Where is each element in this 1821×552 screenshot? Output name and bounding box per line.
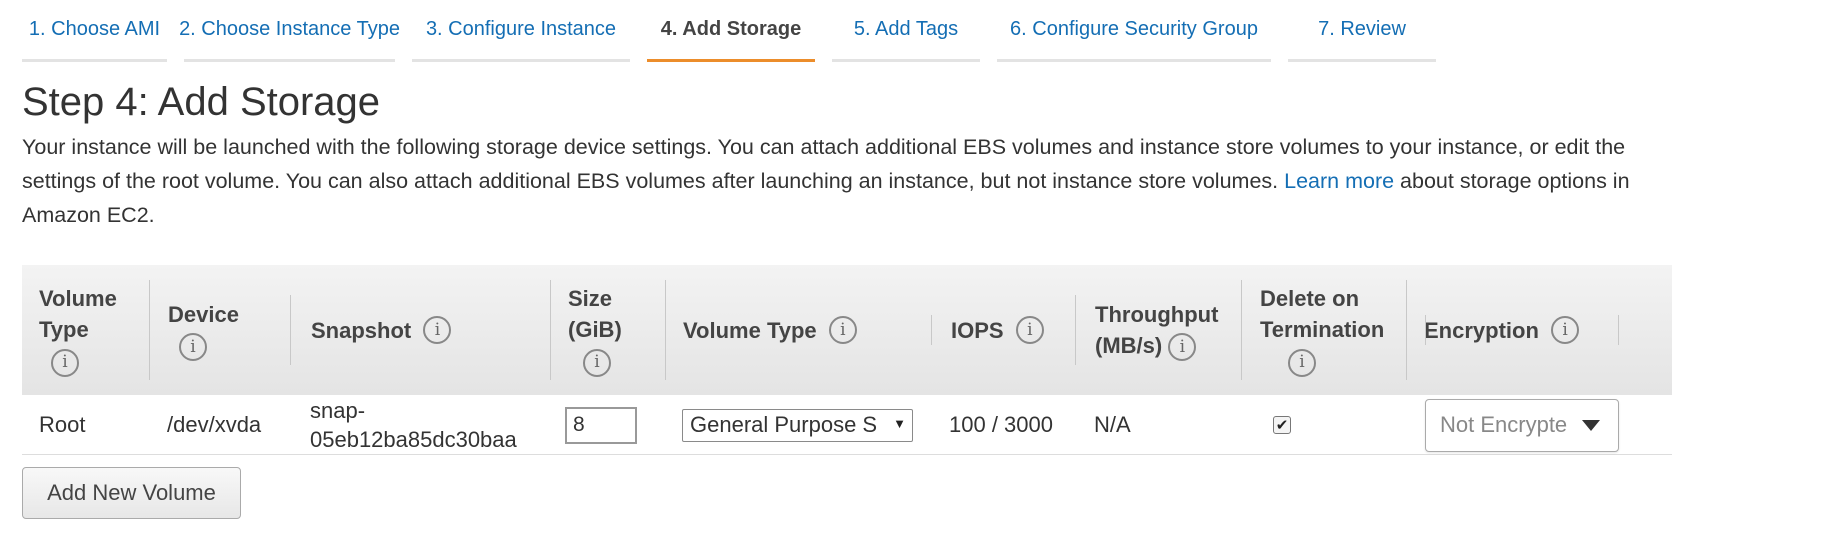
column-divider [1406,280,1407,380]
info-icon[interactable]: i [179,333,207,362]
cell-device: /dev/xvda [167,412,262,437]
header-text: IOPS [951,317,1004,343]
header-text: Encryption [1424,317,1539,343]
add-new-volume-button[interactable]: Add New Volume [22,467,241,519]
tab-label: 7. Review [1318,18,1406,40]
encryption-value: Not Encrypte [1440,412,1568,437]
cell-size [565,395,637,455]
tab-configure-instance[interactable]: 3. Configure Instance [412,0,630,62]
cell-iops: 100 / 3000 [949,412,1053,437]
info-icon[interactable]: i [1015,316,1044,344]
header-text: Delete on [1260,286,1360,312]
cell-volume-type: Root [39,412,86,437]
tab-label: 1. Choose AMI [28,18,161,40]
volume-type-select[interactable]: General Purpose S ▼ [682,408,913,442]
header-encryption: Encryption i [1424,265,1624,395]
header-size: Size (GiB) i [568,265,658,395]
cell-delete-on-termination: ✔ [1273,395,1291,455]
column-divider [1425,315,1426,345]
header-volume-type: Volume Type i [39,265,149,395]
column-divider [290,295,291,365]
header-text: (MB/s) [1095,332,1163,358]
dropdown-arrow-icon: ▼ [891,415,906,431]
header-text: Size [568,286,613,312]
info-icon[interactable]: i [1288,348,1316,377]
info-icon[interactable]: i [1551,316,1580,344]
storage-table: Volume Type i Device i Snapshot i Size (… [22,265,1672,455]
table-row: Root /dev/xvda snap- 05eb12ba85dc30baa G… [22,395,1672,455]
info-icon[interactable]: i [423,316,452,344]
cell-encryption: Not Encrypte [1425,395,1619,455]
header-snapshot: Snapshot i [311,265,561,395]
tab-choose-instance-type[interactable]: 2. Choose Instance Type [179,0,400,62]
wizard-tabs: 1. Choose AMI 2. Choose Instance Type 3.… [22,0,1453,62]
column-divider [149,280,150,380]
info-icon[interactable]: i [583,348,611,377]
header-text: Volume Type [683,317,817,343]
column-divider [1075,295,1076,365]
header-volume-type-col: Volume Type i [683,265,933,395]
header-text: Device [168,301,239,327]
column-divider [931,315,932,345]
page-title: Step 4: Add Storage [22,80,381,124]
tab-choose-ami[interactable]: 1. Choose AMI [22,0,167,62]
tab-add-tags[interactable]: 5. Add Tags [832,0,980,62]
snapshot-id-part: 05eb12ba85dc30baa [310,427,517,452]
volume-type-value: General Purpose S [690,412,878,437]
tab-label: 4. Add Storage [660,18,802,40]
page-description: Your instance will be launched with the … [22,130,1682,232]
tab-configure-security-group[interactable]: 6. Configure Security Group [997,0,1271,62]
snapshot-id-part: snap- [310,398,366,423]
encryption-select[interactable]: Not Encrypte [1425,398,1619,452]
header-text: Volume [39,286,117,312]
column-divider [665,280,666,380]
tab-add-storage[interactable]: 4. Add Storage [647,0,815,62]
cell-throughput: N/A [1094,412,1131,437]
info-icon[interactable]: i [828,316,857,344]
header-text: Throughput [1095,301,1219,327]
header-iops: IOPS i [951,265,1091,395]
header-text: Snapshot [311,317,412,343]
header-device: Device i [168,265,278,395]
column-divider [1618,315,1619,345]
column-divider [1241,280,1242,380]
learn-more-link[interactable]: Learn more [1284,169,1394,193]
dropdown-arrow-icon [1582,419,1600,431]
cell-snapshot: snap- 05eb12ba85dc30baa [310,395,517,455]
size-input[interactable] [565,406,637,444]
delete-on-termination-checkbox[interactable]: ✔ [1273,416,1291,434]
cell-volume-type-select: General Purpose S ▼ [682,395,913,455]
tab-label: 2. Choose Instance Type [179,18,400,40]
tab-label: 5. Add Tags [853,18,959,40]
header-text: Type [39,317,89,343]
header-delete-on-termination: Delete on Termination i [1260,265,1420,395]
tab-review[interactable]: 7. Review [1288,0,1436,62]
header-throughput: Throughput (MB/s) i [1095,265,1245,395]
tab-label: 6. Configure Security Group [1010,18,1258,40]
header-text: (GiB) [568,317,622,343]
header-text: Termination [1260,317,1385,343]
column-divider [550,280,551,380]
tab-label: 3. Configure Instance [425,18,617,40]
table-header: Volume Type i Device i Snapshot i Size (… [22,265,1672,395]
info-icon[interactable]: i [1168,333,1197,362]
info-icon[interactable]: i [51,348,79,377]
